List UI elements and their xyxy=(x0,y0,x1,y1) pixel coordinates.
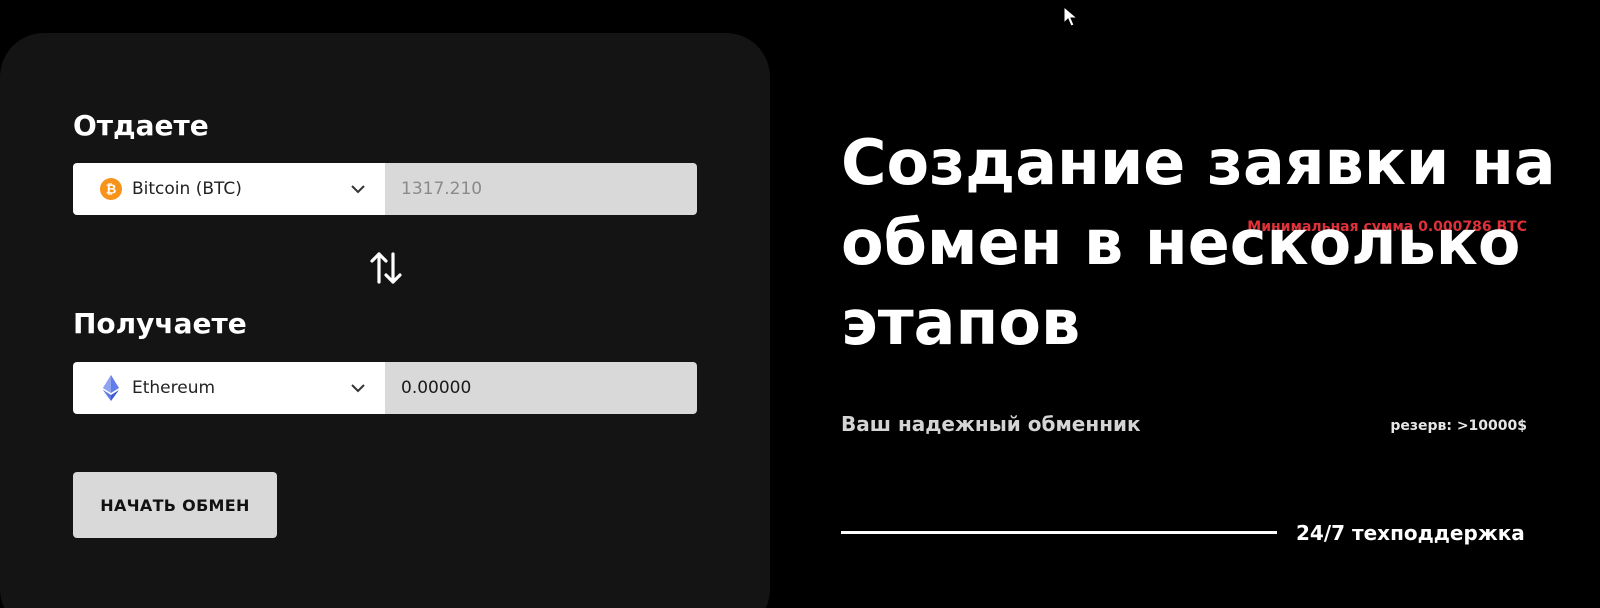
give-field-row: ₿ Bitcoin (BTC) xyxy=(73,163,697,215)
get-currency-name: Ethereum xyxy=(132,378,216,398)
bitcoin-icon: ₿ xyxy=(99,177,123,201)
hero-subline: Ваш надежный обменник xyxy=(841,412,1141,436)
mouse-cursor-icon xyxy=(1063,5,1079,28)
reserve-hint: резерв: >10000$ xyxy=(1390,418,1527,434)
give-amount-input[interactable] xyxy=(385,163,697,215)
swap-arrows-icon xyxy=(369,250,403,290)
support-divider xyxy=(841,531,1277,534)
get-field-row: Ethereum xyxy=(73,362,697,414)
hero-headline: Создание заявки на обмен в несколько эта… xyxy=(841,126,1556,359)
page: Отдаете ₿ Bitcoin (BTC) Минимальная сумм… xyxy=(0,0,1600,608)
swap-button[interactable] xyxy=(366,250,406,290)
ethereum-icon xyxy=(99,375,123,401)
give-section-title: Отдаете xyxy=(73,109,209,142)
get-amount-input[interactable] xyxy=(385,362,697,414)
chevron-down-icon xyxy=(349,180,367,198)
support-label: 24/7 техподдержка xyxy=(1296,521,1525,545)
start-exchange-button[interactable]: НАЧАТЬ ОБМЕН xyxy=(73,472,277,538)
give-currency-name: Bitcoin (BTC) xyxy=(132,179,242,199)
give-currency-select[interactable]: ₿ Bitcoin (BTC) xyxy=(73,163,385,215)
chevron-down-icon xyxy=(349,379,367,397)
get-currency-select[interactable]: Ethereum xyxy=(73,362,385,414)
get-section-title: Получаете xyxy=(73,307,247,340)
svg-text:₿: ₿ xyxy=(106,183,117,198)
